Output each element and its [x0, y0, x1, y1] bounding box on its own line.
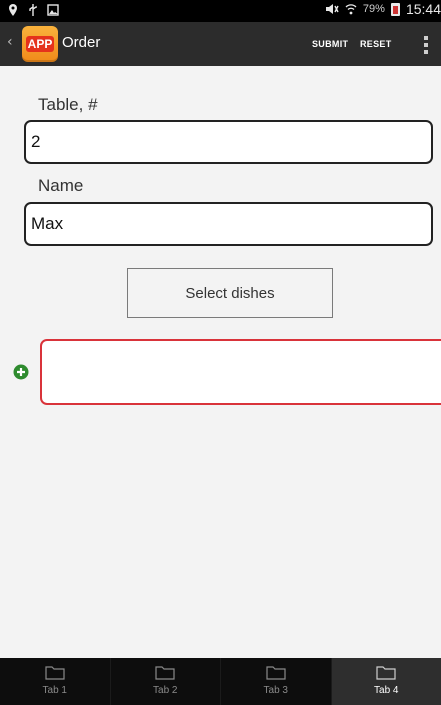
clock: 15:44 [405, 1, 441, 17]
screen: 79% 15:44 ‹ APP Order SUBMIT RESET Table… [0, 0, 441, 705]
action-bar: ‹ APP Order SUBMIT RESET [0, 22, 441, 66]
app-logo[interactable]: APP [22, 26, 58, 62]
folder-icon [266, 666, 286, 680]
wifi-icon [345, 4, 357, 15]
status-bar: 79% 15:44 [0, 0, 441, 22]
tab-label: Tab 4 [374, 685, 399, 696]
tab-bar: Tab 1 Tab 2 Tab 3 Tab 4 [0, 658, 441, 705]
tab-label: Tab 3 [263, 685, 288, 696]
tab-label: Tab 1 [42, 685, 67, 696]
usb-icon [29, 4, 37, 16]
tab-3[interactable]: Tab 3 [220, 658, 331, 705]
battery-icon [390, 2, 400, 16]
image-icon [47, 4, 59, 16]
table-number-label: Table, # [38, 95, 98, 114]
add-dish-icon[interactable] [13, 364, 29, 380]
back-chevron-icon[interactable]: ‹ [7, 34, 13, 50]
table-number-field[interactable] [24, 120, 433, 164]
app-logo-text: APP [25, 36, 55, 52]
status-right-icons: 79% 15:44 [325, 1, 441, 17]
select-dishes-button[interactable]: Select dishes [127, 268, 333, 318]
battery-percent: 79% [362, 3, 385, 15]
name-label: Name [38, 176, 84, 195]
tab-4[interactable]: Tab 4 [330, 658, 441, 705]
folder-icon [376, 666, 396, 680]
tab-label: Tab 2 [153, 685, 178, 696]
folder-icon [45, 666, 65, 680]
overflow-menu-icon[interactable] [424, 36, 428, 54]
folder-icon [155, 666, 175, 680]
mute-icon [325, 4, 339, 14]
tab-2[interactable]: Tab 2 [109, 658, 221, 705]
reset-button[interactable]: RESET [360, 22, 392, 66]
page-title: Order [62, 34, 101, 51]
tab-1[interactable]: Tab 1 [0, 658, 110, 705]
status-left-icons [7, 3, 59, 17]
dish-entry-box[interactable] [40, 339, 441, 405]
name-field[interactable] [24, 202, 433, 246]
submit-button[interactable]: SUBMIT [312, 22, 348, 66]
location-icon [9, 4, 17, 16]
